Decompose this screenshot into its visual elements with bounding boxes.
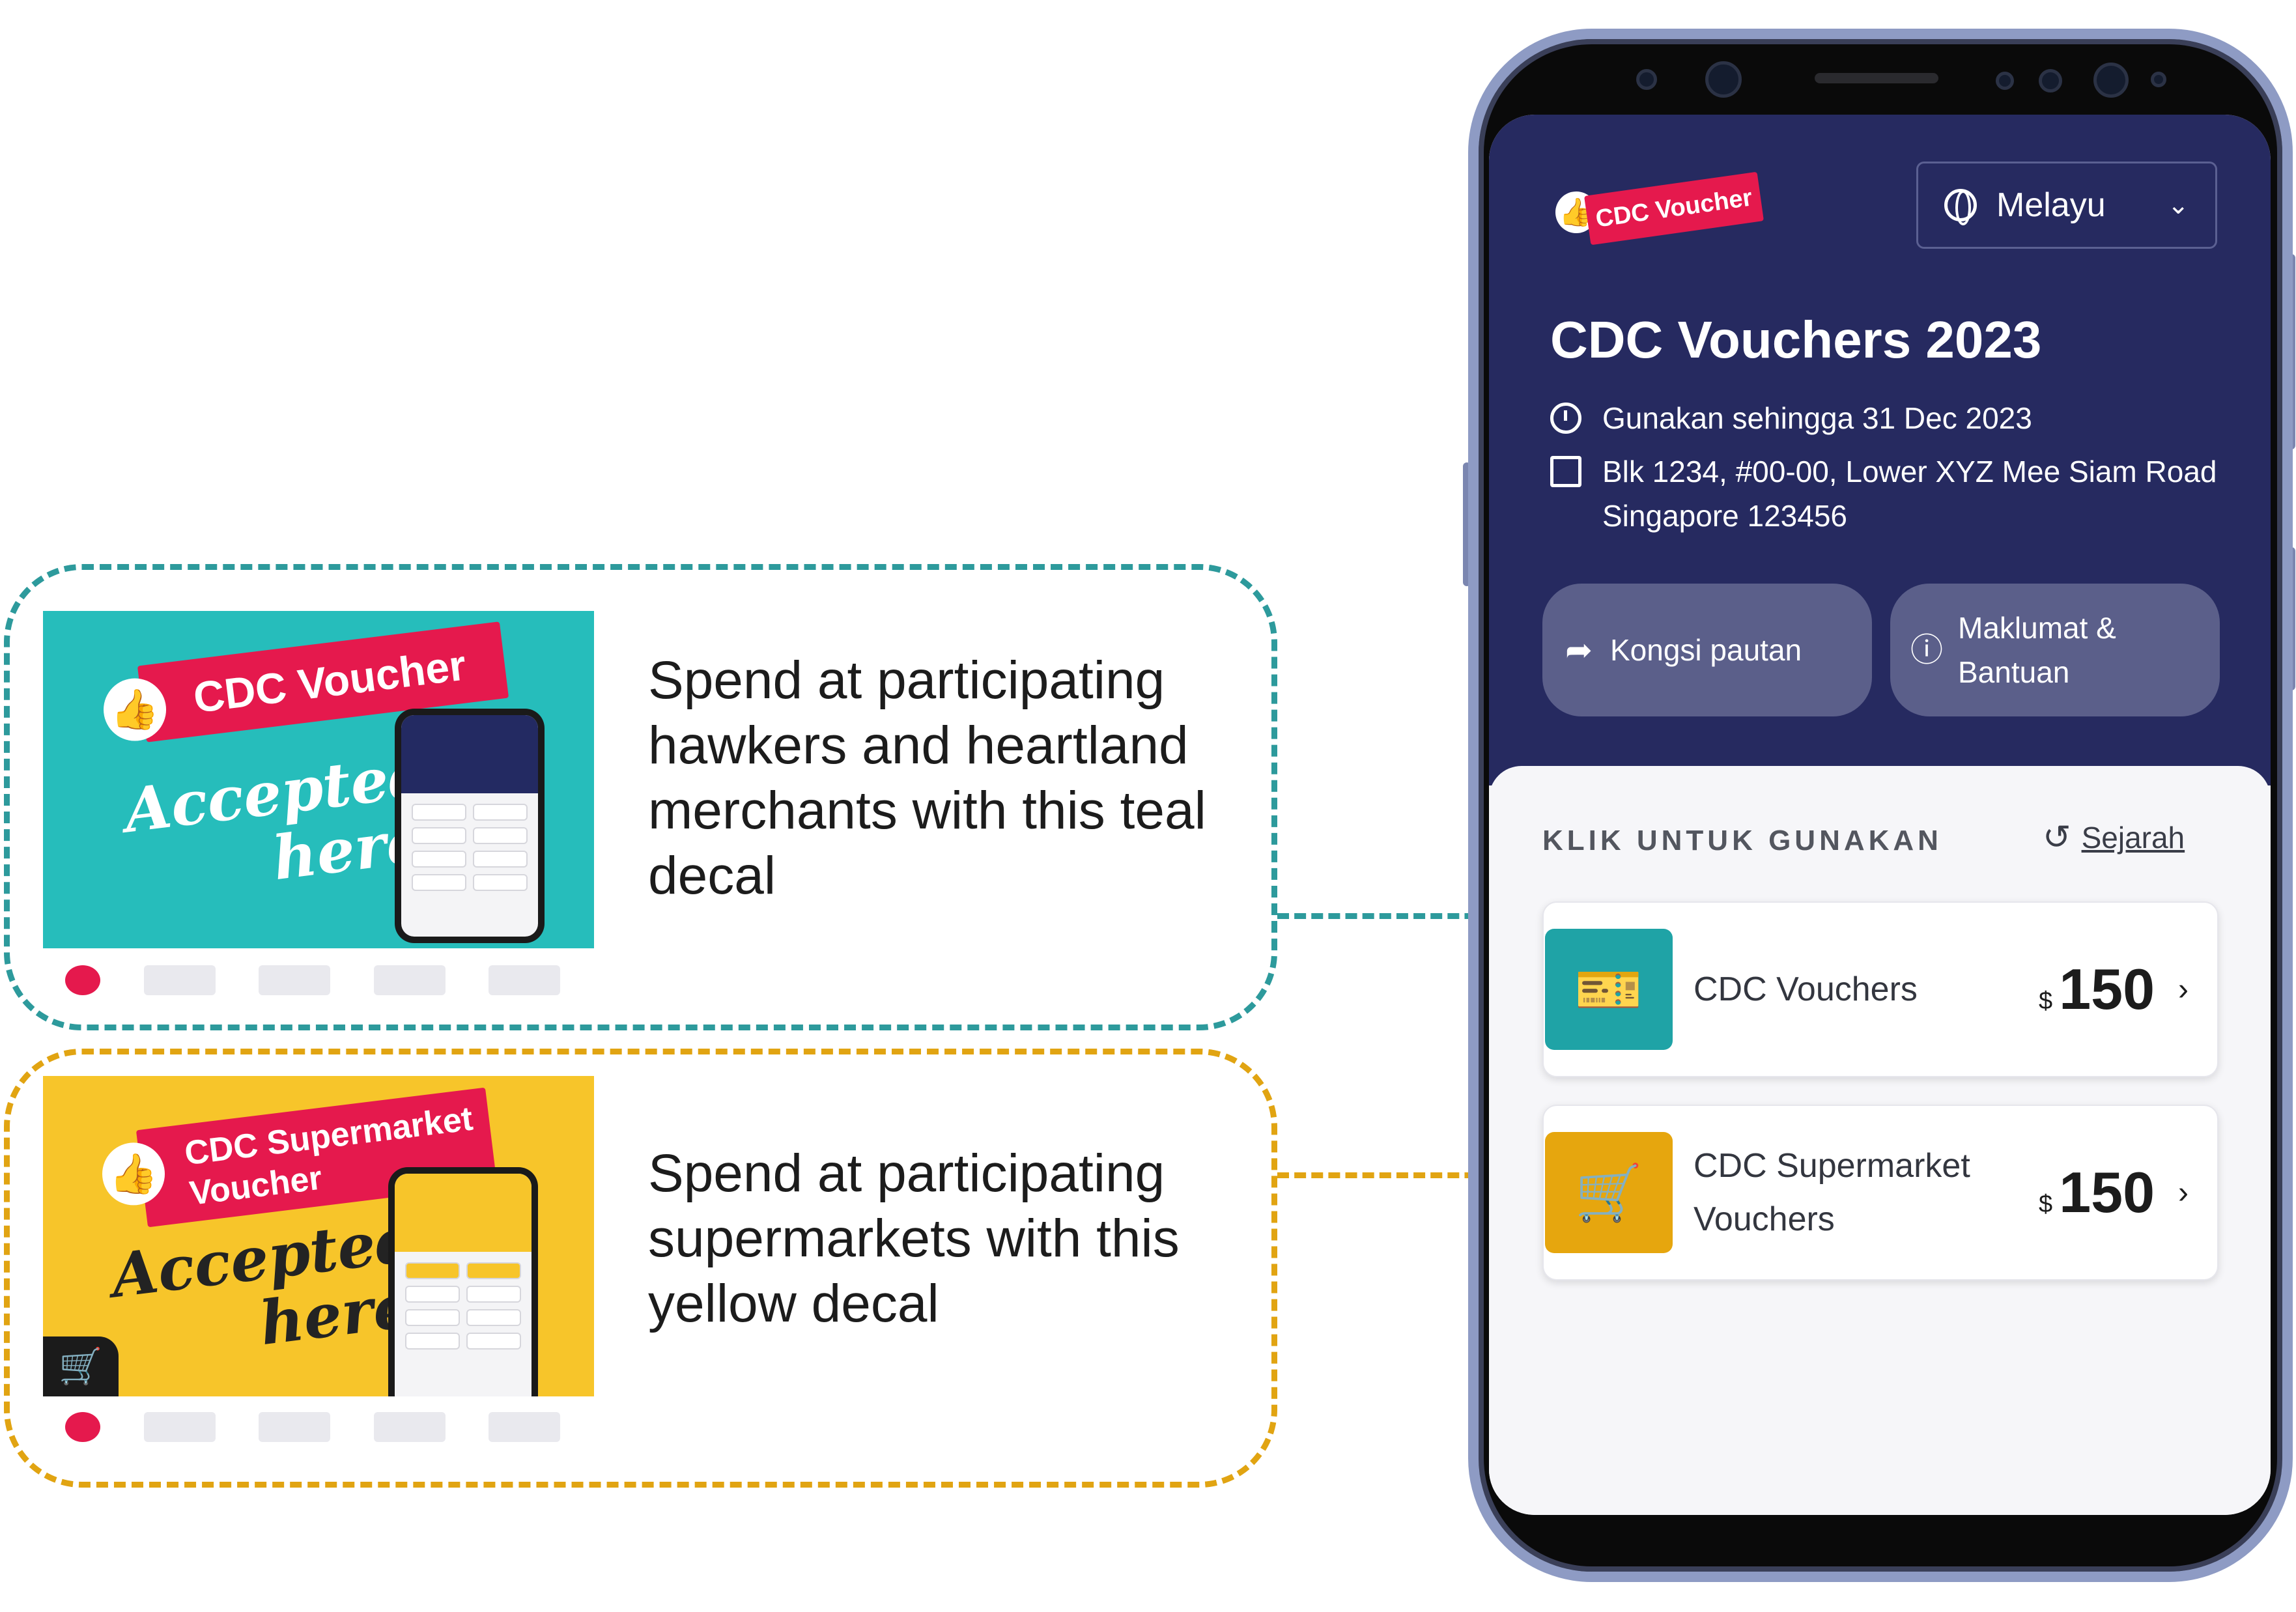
amount-value: 150 — [2059, 1160, 2155, 1224]
voucher-list-panel: KLIK UNTUK GUNAKAN ↺ Sejarah 🎫 CDC Vouch… — [1489, 766, 2271, 1515]
northeast-cdc-logo — [143, 965, 216, 995]
phone-speaker — [1815, 73, 1938, 83]
clock-icon — [1550, 403, 1581, 434]
decal-accepted-text: Accepted here — [120, 739, 434, 894]
northeast-cdc-logo — [143, 1412, 216, 1442]
phone-sensor — [2039, 69, 2062, 92]
phone-screen: 👍 CDC Voucher Melayu ⌄ CDC Vouchers 2023… — [1489, 115, 2271, 1515]
central-cdc-logo — [65, 1412, 100, 1442]
northwest-cdc-logo — [259, 1412, 330, 1442]
phone-sensor — [1636, 69, 1657, 90]
history-link[interactable]: ↺ Sejarah — [2043, 818, 2185, 857]
southwest-cdc-logo — [489, 965, 560, 995]
validity-row: Gunakan sehingga 31 Dec 2023 — [1550, 396, 2032, 440]
teal-decal-description: Spend at participating hawkers and heart… — [648, 651, 1206, 905]
thumbs-up-icon: 👍 — [104, 678, 167, 741]
teal-decal-image: 👍 CDC Voucher Accepted here — [43, 611, 594, 948]
help-label: Maklumat & Bantuan — [1958, 611, 2116, 689]
share-icon: ➦ — [1565, 632, 1593, 668]
cdc-vouchers-card[interactable]: 🎫 CDC Vouchers $ 150 › — [1542, 901, 2218, 1077]
southeast-cdc-logo — [373, 965, 446, 995]
globe-icon — [1944, 189, 1977, 225]
voucher-label: CDC Vouchers — [1694, 970, 1918, 1008]
phone-camera — [1705, 61, 1742, 98]
voucher-label: CDC Supermarket Vouchers — [1694, 1147, 1970, 1238]
decal-accepted-text: Accepted here — [107, 1204, 421, 1359]
history-label: Sejarah — [2081, 821, 2185, 855]
question-circle-icon: ⓘ — [1910, 632, 1943, 668]
cdc-logos-row — [65, 957, 560, 1003]
share-link-button[interactable]: ➦ Kongsi pautan — [1542, 584, 1872, 716]
amount-value: 150 — [2059, 957, 2155, 1021]
section-label: KLIK UNTUK GUNAKAN — [1542, 825, 1942, 856]
decal-phone-illustration — [388, 1167, 538, 1396]
yellow-decal-image: 👍 CDC Supermarket Voucher Accepted here … — [43, 1076, 594, 1396]
language-select[interactable]: Melayu ⌄ — [1916, 162, 2217, 249]
history-icon: ↺ — [2043, 819, 2071, 856]
northwest-cdc-logo — [259, 965, 330, 995]
address-text: Blk 1234, #00-00, Lower XYZ Mee Siam Roa… — [1602, 455, 2217, 533]
share-link-label: Kongsi pautan — [1610, 633, 1802, 667]
address-row: Blk 1234, #00-00, Lower XYZ Mee Siam Roa… — [1550, 449, 2221, 538]
brand-label: CDC Voucher — [1584, 171, 1764, 246]
southeast-cdc-logo — [373, 1412, 446, 1442]
valid-until-text: Gunakan sehingga 31 Dec 2023 — [1602, 401, 2032, 435]
cdc-supermarket-vouchers-card[interactable]: 🛒 CDC Supermarket Vouchers $ 150 › — [1542, 1105, 2218, 1280]
thumbs-up-icon: 👍 — [102, 1142, 165, 1206]
voucher-amount: $ 150 — [2039, 956, 2155, 1023]
currency-symbol: $ — [2039, 1191, 2053, 1218]
chevron-right-icon: › — [2178, 972, 2189, 1007]
cdc-voucher-logo: 👍 CDC Voucher — [1550, 169, 1764, 246]
shopping-cart-icon: 🛒 — [43, 1336, 119, 1396]
phone-sensor — [2151, 72, 2166, 87]
currency-symbol: $ — [2039, 987, 2053, 1015]
cdc-logos-row — [65, 1404, 560, 1450]
voucher-amount: $ 150 — [2039, 1159, 2155, 1226]
phone-sensor — [1996, 72, 2014, 90]
language-value: Melayu — [1996, 186, 2106, 224]
ticket-dollar-icon: 🎫 — [1545, 929, 1673, 1050]
southwest-cdc-logo — [489, 1412, 560, 1442]
yellow-decal-description: Spend at participating supermarkets with… — [648, 1144, 1180, 1333]
building-icon — [1550, 456, 1581, 487]
page-title: CDC Vouchers 2023 — [1550, 311, 2042, 369]
decal-phone-illustration — [395, 709, 545, 943]
central-cdc-logo — [65, 965, 100, 995]
shopping-cart-icon: 🛒 — [1545, 1132, 1673, 1253]
help-button[interactable]: ⓘ Maklumat & Bantuan — [1890, 584, 2220, 716]
voucher-header: 👍 CDC Voucher Melayu ⌄ CDC Vouchers 2023… — [1489, 115, 2271, 785]
chevron-down-icon: ⌄ — [2167, 191, 2189, 219]
chevron-right-icon: › — [2178, 1175, 2189, 1210]
phone-sensor — [2093, 63, 2129, 98]
